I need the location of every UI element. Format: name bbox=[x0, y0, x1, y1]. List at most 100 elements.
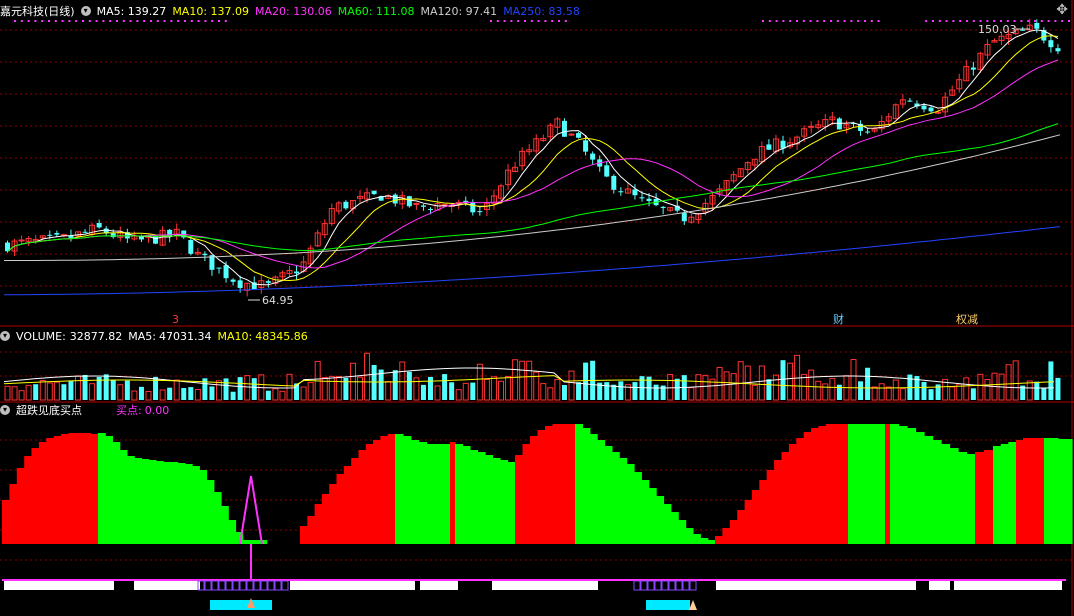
candle-body bbox=[420, 205, 426, 207]
signal-dot bbox=[551, 20, 554, 22]
signal-dot bbox=[979, 20, 982, 22]
candle-body bbox=[766, 144, 772, 150]
volume-bar bbox=[364, 352, 371, 401]
indicator-bar bbox=[641, 480, 650, 544]
volume-bar bbox=[53, 381, 60, 401]
signal-dot bbox=[932, 20, 934, 22]
signal-dot bbox=[564, 20, 567, 22]
signal-dot bbox=[95, 20, 98, 22]
volume-bar bbox=[483, 379, 490, 401]
strip-block bbox=[420, 581, 458, 590]
volume-bar bbox=[428, 376, 433, 400]
volume-bar bbox=[766, 379, 772, 400]
collapse-icon[interactable]: ▾ bbox=[0, 405, 10, 415]
candle-body bbox=[935, 111, 942, 114]
crosshair-icon[interactable]: ✥ bbox=[1056, 2, 1068, 18]
strip-tick bbox=[274, 580, 282, 591]
candle-body bbox=[237, 280, 243, 288]
signal-dot bbox=[762, 20, 764, 22]
signal-dot bbox=[775, 20, 778, 22]
collapse-icon[interactable]: ▾ bbox=[0, 331, 10, 341]
volume-title: VOLUME: bbox=[16, 329, 66, 343]
volume-bar bbox=[547, 387, 554, 401]
volume-bar bbox=[300, 386, 307, 401]
volume-bar bbox=[335, 376, 342, 401]
signal-dot bbox=[1061, 20, 1064, 22]
signal-dot bbox=[850, 20, 853, 22]
strip-tick bbox=[239, 580, 247, 591]
indicator-bar bbox=[141, 459, 150, 544]
candle-body bbox=[223, 265, 229, 279]
strip-tick bbox=[267, 580, 275, 591]
signal-dot bbox=[503, 20, 506, 22]
signal-dot bbox=[224, 20, 227, 22]
indicator-bar bbox=[774, 460, 783, 544]
indicator-bar bbox=[582, 428, 591, 544]
signal-dot bbox=[88, 20, 91, 22]
signal-dot bbox=[68, 20, 71, 22]
indicator-bar bbox=[38, 442, 47, 544]
signal-dot bbox=[1027, 20, 1030, 22]
indicator-bar bbox=[46, 438, 55, 544]
ma-legend: MA5: 139.27 MA10: 137.09 MA20: 130.06 MA60:… bbox=[97, 5, 586, 18]
signal-dot bbox=[41, 20, 44, 22]
volume-bar bbox=[858, 381, 864, 400]
volume-bar bbox=[167, 387, 173, 400]
strip-tick bbox=[204, 580, 212, 591]
indicator-bar bbox=[358, 450, 367, 544]
volume-bar bbox=[667, 373, 674, 401]
volume-bar bbox=[1041, 388, 1047, 400]
signal-dot bbox=[925, 20, 928, 22]
volume-ma5-value: 47031.34 bbox=[159, 329, 212, 343]
volume-bar bbox=[730, 373, 737, 401]
volume-bar bbox=[737, 361, 744, 401]
indicator-bar bbox=[589, 434, 598, 544]
signal-dot bbox=[796, 20, 798, 22]
volume-bar bbox=[1055, 377, 1061, 400]
candle-body bbox=[865, 131, 871, 133]
candle-body bbox=[188, 240, 194, 254]
indicator-bar bbox=[1058, 439, 1066, 544]
collapse-icon[interactable]: ▾ bbox=[80, 6, 91, 16]
strip-block bbox=[492, 581, 598, 590]
signal-dot bbox=[54, 20, 57, 22]
volume-bar bbox=[505, 376, 512, 401]
indicator-bar bbox=[648, 488, 657, 544]
buy-zone-bar bbox=[210, 600, 272, 610]
candle-body bbox=[230, 279, 236, 282]
candle-body bbox=[576, 133, 582, 138]
volume-bar bbox=[604, 382, 610, 400]
ma-legend-item: MA20: 130.06 bbox=[255, 4, 332, 18]
volume-bar bbox=[618, 381, 624, 400]
indicator-bar bbox=[442, 444, 451, 544]
candle-body bbox=[343, 201, 349, 209]
volume-bar bbox=[328, 375, 335, 401]
indicator-bar bbox=[462, 446, 471, 544]
indicator-bar bbox=[373, 440, 381, 544]
ma-legend-item: MA10: 137.09 bbox=[172, 4, 250, 18]
candle-body bbox=[265, 281, 271, 283]
candle-body bbox=[96, 223, 102, 228]
ma-legend-item: MA250: 83.58 bbox=[503, 4, 580, 18]
volume-bar bbox=[526, 360, 533, 401]
candle-body bbox=[970, 67, 976, 70]
ma5-line bbox=[7, 29, 1059, 286]
chart-period: (日线) bbox=[44, 5, 75, 18]
chart-canvas[interactable]: 150.03 64.95 3 财 权减 bbox=[0, 0, 1074, 616]
volume-bar bbox=[25, 384, 32, 401]
indicator-bar bbox=[707, 540, 716, 544]
volume-bar bbox=[279, 390, 286, 401]
signal-dot bbox=[490, 20, 492, 22]
indicator-bar bbox=[818, 426, 827, 544]
volume-bar bbox=[4, 385, 11, 401]
volume-bar bbox=[963, 377, 970, 401]
volume-bar bbox=[470, 382, 476, 400]
volume-bar bbox=[688, 387, 695, 401]
indicator-bar bbox=[545, 426, 554, 544]
buy-point-value: 0.00 bbox=[144, 403, 170, 417]
volume-bar bbox=[921, 381, 927, 400]
candle-body bbox=[82, 231, 88, 233]
signal-dot bbox=[986, 20, 989, 22]
indicator-bar bbox=[321, 494, 330, 544]
volume-bar bbox=[216, 380, 222, 401]
